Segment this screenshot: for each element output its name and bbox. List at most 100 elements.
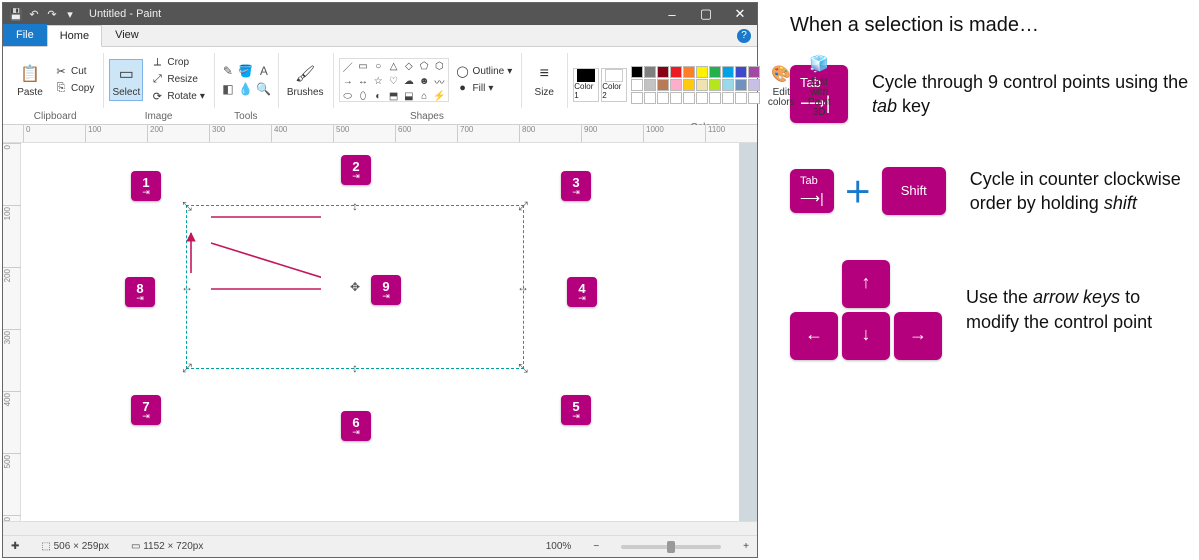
rotate-button[interactable]: ⟳Rotate ▾ [147, 89, 208, 105]
swatch[interactable] [657, 66, 669, 78]
explain-row-shift: Tab ⟶| ＋ Shift Cycle in counter clockwis… [790, 167, 1191, 216]
control-point-marker-2: 2 [341, 155, 371, 185]
handle-ne[interactable]: ⤢ [516, 199, 530, 213]
paste-button[interactable]: 📋 Paste [13, 59, 47, 101]
swatch[interactable] [657, 92, 669, 104]
zoom-out-button[interactable]: − [593, 541, 599, 552]
color2-button[interactable]: Color 2 [601, 68, 627, 102]
group-label: Clipboard [34, 110, 77, 124]
handle-nw[interactable]: ⤡ [180, 199, 194, 213]
tab-view[interactable]: View [102, 24, 152, 46]
color1-button[interactable]: Color 1 [573, 68, 599, 102]
close-button[interactable]: ✕ [723, 3, 757, 25]
eyedropper-tool-icon[interactable]: 💧 [238, 81, 254, 97]
horizontal-scrollbar[interactable] [3, 521, 757, 535]
select-button[interactable]: ▭ Select [109, 59, 143, 101]
handle-s[interactable]: ↕ [348, 361, 362, 375]
size-button[interactable]: ≡ Size [527, 59, 561, 101]
text-tool-icon[interactable]: A [256, 63, 272, 79]
fill-tool-icon[interactable]: 🪣 [238, 63, 254, 79]
tool-palette: ✎ 🪣 A ◧ 💧 🔍 [220, 63, 272, 97]
explain-title: When a selection is made… [790, 14, 1191, 37]
swatch[interactable] [644, 66, 656, 78]
swatch[interactable] [709, 92, 721, 104]
ribbon: 📋 Paste ✂Cut ⎘Copy Clipboard ▭ Select ⟂C… [3, 47, 757, 125]
brushes-button[interactable]: 🖌 Brushes [284, 59, 327, 101]
crop-button[interactable]: ⟂Crop [147, 55, 208, 71]
minimize-button[interactable]: – [655, 3, 689, 25]
pencil-tool-icon[interactable]: ✎ [220, 63, 236, 79]
save-icon[interactable]: 💾 [9, 7, 23, 21]
zoom-in-button[interactable]: + [743, 541, 749, 552]
ruler-vertical: 0100200300400500600 [3, 143, 21, 521]
swatch[interactable] [735, 66, 747, 78]
shapes-gallery[interactable]: ／▭○△◇⬠⬡ →↔☆♡☁☻〰 ⬭⬯◐⬒⬓⌂⚡ [339, 58, 449, 102]
group-tools: ✎ 🪣 A ◧ 💧 🔍 Tools [214, 49, 278, 124]
swatch[interactable] [709, 79, 721, 91]
control-point-marker-4: 4 [567, 277, 597, 307]
swatch[interactable] [748, 79, 760, 91]
undo-icon[interactable]: ↶ [27, 7, 41, 21]
swatch[interactable] [735, 92, 747, 104]
handle-se[interactable]: ⤡ [516, 361, 530, 375]
swatch[interactable] [683, 79, 695, 91]
outline-icon: ◯ [456, 65, 470, 78]
swatch[interactable] [696, 79, 708, 91]
swatch[interactable] [657, 79, 669, 91]
tab-home[interactable]: Home [47, 25, 102, 47]
canvas[interactable]: ⤡ ↕ ⤢ ↔ ⤡ ↕ ⤢ ↔ ✥ 12 [21, 143, 739, 521]
help-icon[interactable]: ? [737, 29, 751, 43]
resize-button[interactable]: ⤢Resize [147, 72, 208, 88]
zoom-slider[interactable] [621, 545, 721, 549]
swatch[interactable] [644, 92, 656, 104]
swatch[interactable] [722, 79, 734, 91]
copy-button[interactable]: ⎘Copy [51, 80, 97, 96]
edit-colors-button[interactable]: 🎨 Edit colors [764, 59, 798, 111]
window-title: Untitled - Paint [83, 8, 655, 20]
qat-customize-icon[interactable]: ▾ [63, 7, 77, 21]
swatch[interactable] [631, 92, 643, 104]
paint3d-button[interactable]: 🧊 Edit with Paint 3D [802, 49, 836, 121]
handle-move[interactable]: ✥ [348, 280, 362, 294]
canvas-size: ▭ 1152 × 720px [131, 541, 203, 552]
tab-file[interactable]: File [3, 24, 47, 46]
handle-w[interactable]: ↔ [180, 280, 194, 294]
handle-sw[interactable]: ⤢ [180, 361, 194, 375]
swatch[interactable] [722, 66, 734, 78]
paint-window: 💾 ↶ ↷ ▾ Untitled - Paint – ▢ ✕ File Home… [2, 2, 758, 558]
resize-icon: ⤢ [150, 73, 164, 86]
swatch[interactable] [748, 92, 760, 104]
handle-n[interactable]: ↕ [348, 199, 362, 213]
swatch[interactable] [696, 66, 708, 78]
color-palette[interactable] [631, 66, 760, 104]
quick-access-toolbar: 💾 ↶ ↷ ▾ [3, 7, 83, 21]
swatch[interactable] [683, 92, 695, 104]
swatch[interactable] [709, 66, 721, 78]
key-arrow-left: ← [790, 312, 838, 360]
selection-rect[interactable]: ⤡ ↕ ⤢ ↔ ⤡ ↕ ⤢ ↔ ✥ [186, 205, 524, 369]
redo-icon[interactable]: ↷ [45, 7, 59, 21]
cursor-pos: ✚ [11, 541, 19, 552]
swatch[interactable] [644, 79, 656, 91]
handle-e[interactable]: ↔ [516, 280, 530, 294]
magnifier-tool-icon[interactable]: 🔍 [256, 81, 272, 97]
cut-button[interactable]: ✂Cut [51, 63, 97, 79]
swatch[interactable] [670, 66, 682, 78]
maximize-button[interactable]: ▢ [689, 3, 723, 25]
shape-outline-button[interactable]: ◯Outline ▾ [453, 63, 516, 79]
brush-icon: 🖌 [293, 62, 317, 86]
arrow-keys: ↑ ← ↓ → [790, 260, 942, 360]
swatch[interactable] [631, 79, 643, 91]
eraser-tool-icon[interactable]: ◧ [220, 81, 236, 97]
swatch[interactable] [683, 66, 695, 78]
swatch[interactable] [722, 92, 734, 104]
swatch[interactable] [670, 79, 682, 91]
shape-fill-button[interactable]: ●Fill ▾ [453, 80, 516, 96]
swatch[interactable] [631, 66, 643, 78]
workarea: 0100200300400500600 ⤡ ↕ ⤢ ↔ ⤡ ↕ ⤢ ↔ ✥ [3, 143, 757, 521]
canvas-scroll[interactable]: ⤡ ↕ ⤢ ↔ ⤡ ↕ ⤢ ↔ ✥ 12 [21, 143, 757, 521]
swatch[interactable] [735, 79, 747, 91]
swatch[interactable] [748, 66, 760, 78]
swatch[interactable] [696, 92, 708, 104]
swatch[interactable] [670, 92, 682, 104]
